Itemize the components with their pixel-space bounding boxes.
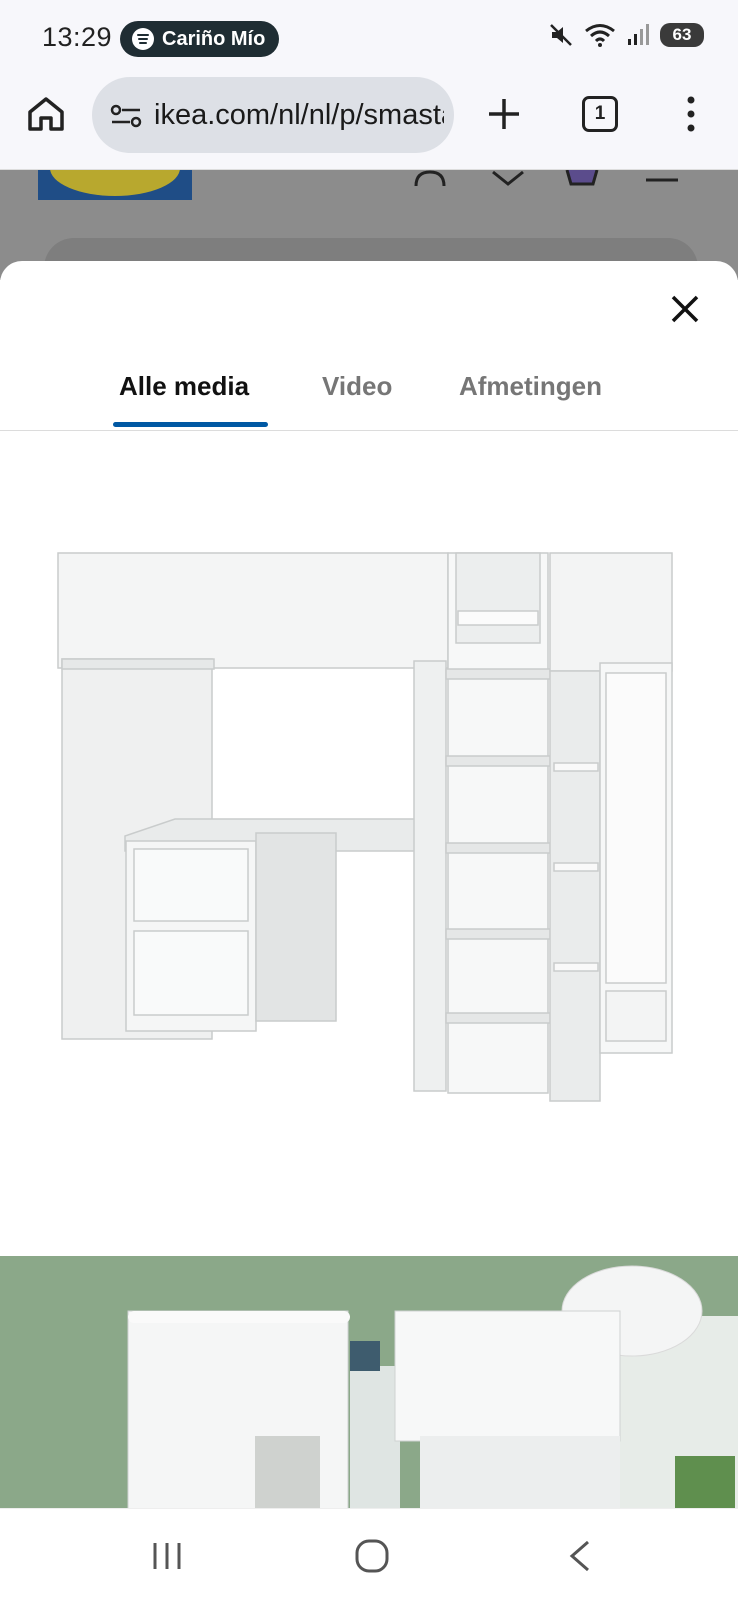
overflow-menu-icon[interactable] [683, 94, 699, 134]
new-tab-icon[interactable] [484, 94, 524, 134]
favorites-icon [492, 170, 524, 186]
tab-afmetingen[interactable]: Afmetingen [459, 371, 602, 402]
tab-video[interactable]: Video [322, 371, 392, 402]
site-settings-icon[interactable] [110, 103, 142, 129]
url-text: ikea.com/nl/nl/p/smastad [154, 99, 444, 131]
home-icon[interactable] [26, 94, 66, 134]
media-notification-pill[interactable]: Cariño Mío [120, 21, 280, 57]
close-icon[interactable] [665, 289, 705, 329]
media-title: Cariño Mío [162, 27, 266, 50]
wifi-icon [585, 24, 615, 47]
active-tab-indicator [113, 422, 268, 427]
media-modal: Alle media Video Afmetingen [0, 261, 738, 1508]
account-icon [414, 170, 446, 186]
screen: 13:29 Cariño Mío 63 ikea.com/nl/nl/p/sma… [0, 0, 738, 1600]
status-bar: 13:29 Cariño Mío 63 [0, 0, 738, 74]
browser-toolbar: ikea.com/nl/nl/p/smastad 1 [0, 74, 738, 170]
signal-icon [628, 24, 649, 45]
tab-alle-media[interactable]: Alle media [119, 371, 249, 402]
status-icons: 63 [548, 22, 704, 48]
system-nav-bar [0, 1508, 738, 1600]
mute-icon [550, 24, 572, 46]
home-circle-icon[interactable] [352, 1539, 392, 1573]
spotify-icon [132, 28, 154, 50]
recent-apps-icon[interactable] [147, 1539, 187, 1573]
media-tabs: Alle media Video Afmetingen [0, 371, 738, 431]
loft-bed-desk-wardrobe-product[interactable] [50, 551, 690, 1111]
ikea-logo [38, 170, 192, 200]
hamburger-menu-icon [646, 178, 678, 182]
status-time: 13:29 [42, 22, 113, 52]
tab-switcher-icon[interactable]: 1 [582, 96, 618, 132]
battery-icon: 63 [660, 23, 704, 47]
loft-bed-room-scene[interactable] [0, 1256, 738, 1508]
cart-icon [565, 170, 599, 186]
url-bar[interactable]: ikea.com/nl/nl/p/smastad [92, 77, 454, 153]
back-icon[interactable] [560, 1539, 600, 1573]
